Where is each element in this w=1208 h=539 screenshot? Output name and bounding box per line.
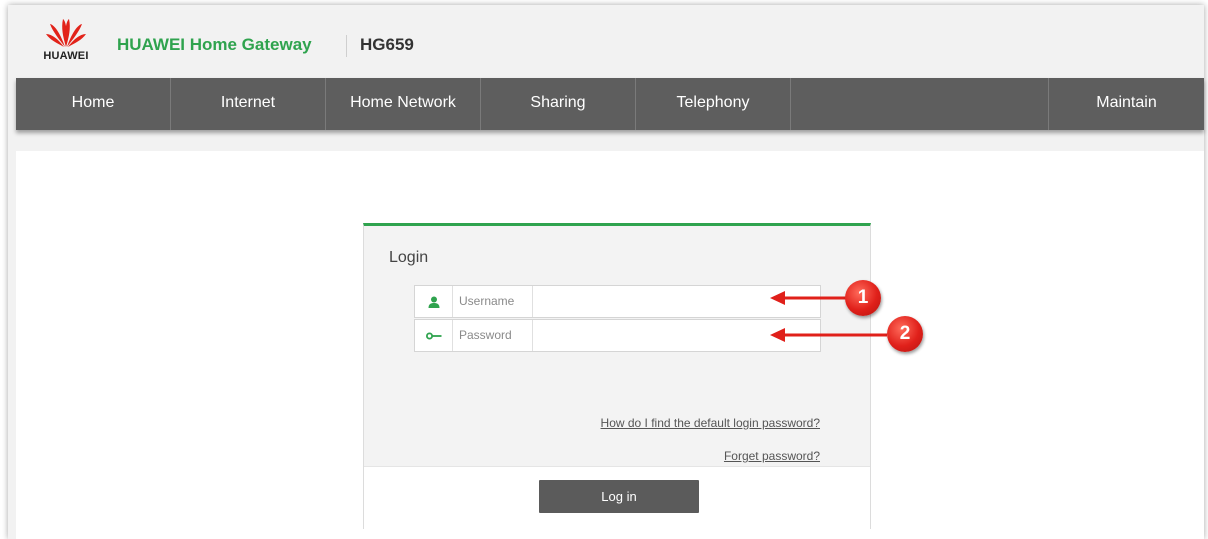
product-name: HUAWEI Home Gateway: [117, 35, 312, 54]
user-icon: [415, 286, 453, 317]
login-button[interactable]: Log in: [539, 480, 699, 513]
login-footer: Log in: [364, 466, 870, 530]
nav-item-home-network[interactable]: Home Network: [326, 78, 481, 130]
password-label: Password: [452, 320, 533, 351]
logo-text: HUAWEI: [43, 50, 89, 62]
huawei-logo: HUAWEI: [34, 15, 98, 67]
model-name: HG659: [360, 35, 414, 54]
login-title: Login: [389, 249, 429, 266]
content-area: Login Username Password How do I find th…: [16, 151, 1204, 539]
default-password-link[interactable]: How do I find the default login password…: [601, 416, 820, 430]
username-field: Username: [414, 285, 822, 319]
nav-item-internet[interactable]: Internet: [171, 78, 326, 130]
key-icon: [415, 320, 453, 351]
red-arrow-icon: [770, 328, 887, 342]
annotation-marker-2: 2: [887, 316, 923, 352]
nav-item-home[interactable]: Home: [16, 78, 171, 130]
username-label: Username: [452, 286, 533, 317]
nav-item-sharing[interactable]: Sharing: [481, 78, 636, 130]
header-divider: [346, 35, 347, 57]
page-header: HUAWEI HUAWEI Home Gateway HG659: [8, 5, 1204, 77]
login-panel: Login Username Password How do I find th…: [363, 223, 871, 530]
nav-item-telephony[interactable]: Telephony: [636, 78, 791, 130]
annotation-marker-1: 1: [845, 280, 881, 316]
huawei-logo-icon: [46, 19, 86, 47]
nav-item-empty: [791, 78, 1049, 130]
nav-item-maintain[interactable]: Maintain: [1049, 78, 1204, 130]
forget-password-link[interactable]: Forget password?: [724, 449, 820, 463]
main-navbar: Home Internet Home Network Sharing Telep…: [16, 78, 1204, 130]
password-field: Password: [414, 319, 822, 353]
browser-frame: HUAWEI HUAWEI Home Gateway HG659 Home In…: [8, 5, 1204, 539]
